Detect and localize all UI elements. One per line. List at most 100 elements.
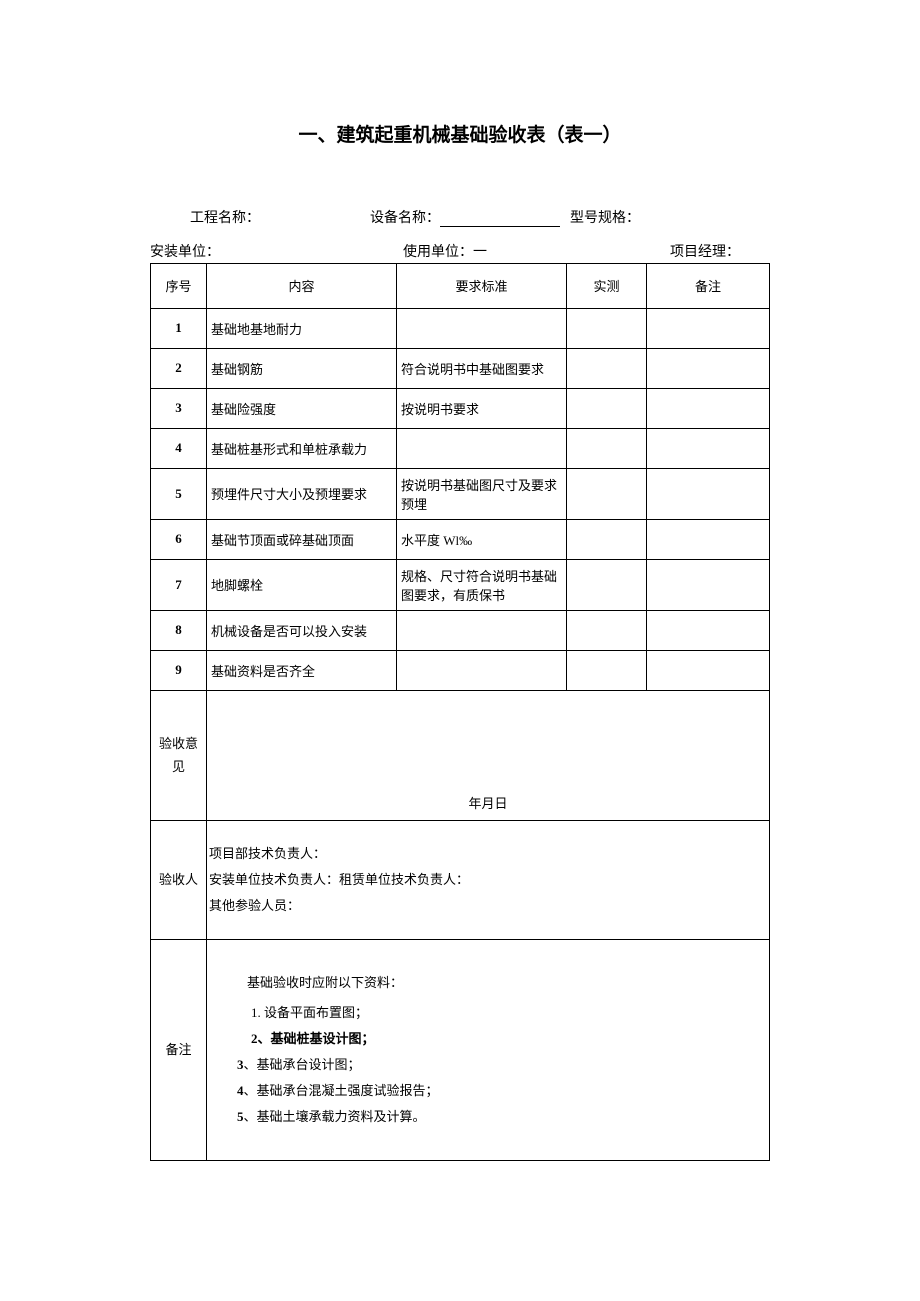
cell-remark (647, 348, 770, 388)
equip-name-group: 设备名称： (370, 207, 560, 227)
cell-content: 基础桩基形式和单桩承载力 (207, 428, 397, 468)
use-unit-group: 使用单位：一 (403, 241, 487, 261)
opinion-date: 年月日 (468, 793, 507, 812)
cell-standard: 符合说明书中基础图要求 (397, 348, 567, 388)
cell-standard: 按说明书基础图尺寸及要求预埋 (397, 468, 567, 519)
inspector-line-2: 安装单位技术负责人：租赁单位技术负责人： (209, 867, 767, 893)
cell-remark (647, 650, 770, 690)
header-measured: 实测 (567, 264, 647, 308)
cell-seq: 2 (151, 348, 207, 388)
cell-seq: 6 (151, 519, 207, 559)
remarks-cell: 基础验收时应附以下资料： 1. 设备平面布置图； 2、基础桩基设计图； 3、基础… (207, 939, 770, 1160)
cell-measured (567, 468, 647, 519)
cell-content: 预埋件尺寸大小及预埋要求 (207, 468, 397, 519)
cell-remark (647, 468, 770, 519)
cell-content: 基础资料是否齐全 (207, 650, 397, 690)
remarks-item-text: 、基础土壤承载力资料及计算。 (244, 1109, 426, 1124)
cell-seq: 3 (151, 388, 207, 428)
cell-measured (567, 428, 647, 468)
cell-measured (567, 348, 647, 388)
project-name-group: 工程名称： (190, 207, 260, 227)
model-group: 型号规格： (570, 207, 640, 227)
cell-measured (567, 610, 647, 650)
table-row: 5 预埋件尺寸大小及预埋要求 按说明书基础图尺寸及要求预埋 (151, 468, 770, 519)
remarks-item-text: 、基础承台设计图； (244, 1057, 361, 1072)
cell-content: 基础节顶面或碎基础顶面 (207, 519, 397, 559)
cell-seq: 9 (151, 650, 207, 690)
cell-remark (647, 388, 770, 428)
table-row: 8 机械设备是否可以投入安装 (151, 610, 770, 650)
equip-name-blank (440, 211, 560, 227)
use-unit-label: 使用单位：一 (403, 241, 487, 261)
remarks-lead: 基础验收时应附以下资料： (247, 970, 767, 996)
remarks-item: 5、基础土壤承载力资料及计算。 (237, 1104, 767, 1130)
remarks-item: 3、基础承台设计图； (237, 1052, 767, 1078)
remarks-label: 备注 (151, 939, 207, 1160)
equip-name-label: 设备名称： (370, 207, 440, 227)
cell-measured (567, 559, 647, 610)
cell-content: 机械设备是否可以投入安装 (207, 610, 397, 650)
inspector-cell: 项目部技术负责人： 安装单位技术负责人：租赁单位技术负责人： 其他参验人员： (207, 820, 770, 939)
cell-standard (397, 650, 567, 690)
opinion-row: 验收意见 年月日 (151, 690, 770, 820)
cell-seq: 8 (151, 610, 207, 650)
cell-measured (567, 308, 647, 348)
pm-group: 项目经理： (670, 241, 740, 261)
remarks-item-text: 2、基础桩基设计图； (251, 1031, 375, 1046)
table-row: 2 基础钢筋 符合说明书中基础图要求 (151, 348, 770, 388)
remarks-item: 1. 设备平面布置图； (251, 1000, 767, 1026)
cell-seq: 7 (151, 559, 207, 610)
cell-remark (647, 519, 770, 559)
cell-standard (397, 428, 567, 468)
cell-content: 基础钢筋 (207, 348, 397, 388)
remarks-item: 2、基础桩基设计图； (251, 1026, 767, 1052)
cell-remark (647, 428, 770, 468)
cell-remark (647, 559, 770, 610)
table-row: 6 基础节顶面或碎基础顶面 水平度 Wl‰ (151, 519, 770, 559)
info-row-1: 工程名称： 设备名称： 型号规格： (150, 207, 770, 227)
cell-remark (647, 610, 770, 650)
table-row: 4 基础桩基形式和单桩承载力 (151, 428, 770, 468)
cell-measured (567, 519, 647, 559)
inspector-line-3: 其他参验人员： (209, 893, 767, 919)
cell-standard: 规格、尺寸符合说明书基础图要求，有质保书 (397, 559, 567, 610)
cell-seq: 4 (151, 428, 207, 468)
inspector-row: 验收人 项目部技术负责人： 安装单位技术负责人：租赁单位技术负责人： 其他参验人… (151, 820, 770, 939)
inspector-label: 验收人 (151, 820, 207, 939)
cell-standard (397, 308, 567, 348)
page-title: 一、建筑起重机械基础验收表（表一） (150, 120, 770, 147)
pm-label: 项目经理： (670, 241, 740, 261)
remarks-item-text: 、基础承台混凝土强度试验报告； (244, 1083, 439, 1098)
model-label: 型号规格： (570, 207, 640, 227)
table-row: 3 基础险强度 按说明书要求 (151, 388, 770, 428)
cell-standard: 水平度 Wl‰ (397, 519, 567, 559)
cell-content: 基础险强度 (207, 388, 397, 428)
cell-content: 地脚螺栓 (207, 559, 397, 610)
acceptance-table: 序号 内容 要求标准 实测 备注 1 基础地基地耐力 2 基础钢筋 符合说明书中… (150, 264, 770, 1161)
table-row: 9 基础资料是否齐全 (151, 650, 770, 690)
remarks-row: 备注 基础验收时应附以下资料： 1. 设备平面布置图； 2、基础桩基设计图； 3… (151, 939, 770, 1160)
cell-standard: 按说明书要求 (397, 388, 567, 428)
cell-measured (567, 388, 647, 428)
cell-measured (567, 650, 647, 690)
table-row: 1 基础地基地耐力 (151, 308, 770, 348)
cell-seq: 5 (151, 468, 207, 519)
remarks-item: 4、基础承台混凝土强度试验报告； (237, 1078, 767, 1104)
inspector-line-1: 项目部技术负责人： (209, 841, 767, 867)
opinion-label: 验收意见 (151, 690, 207, 820)
cell-remark (647, 308, 770, 348)
install-unit-label: 安装单位： (150, 241, 220, 261)
table-header-row: 序号 内容 要求标准 实测 备注 (151, 264, 770, 308)
cell-content: 基础地基地耐力 (207, 308, 397, 348)
install-unit-group: 安装单位： (150, 241, 220, 261)
cell-standard (397, 610, 567, 650)
project-name-label: 工程名称： (190, 207, 260, 227)
cell-seq: 1 (151, 308, 207, 348)
header-content: 内容 (207, 264, 397, 308)
table-row: 7 地脚螺栓 规格、尺寸符合说明书基础图要求，有质保书 (151, 559, 770, 610)
info-row-2: 安装单位： 使用单位：一 项目经理： (150, 241, 770, 264)
opinion-cell: 年月日 (207, 690, 770, 820)
header-standard: 要求标准 (397, 264, 567, 308)
header-seq: 序号 (151, 264, 207, 308)
header-remark: 备注 (647, 264, 770, 308)
